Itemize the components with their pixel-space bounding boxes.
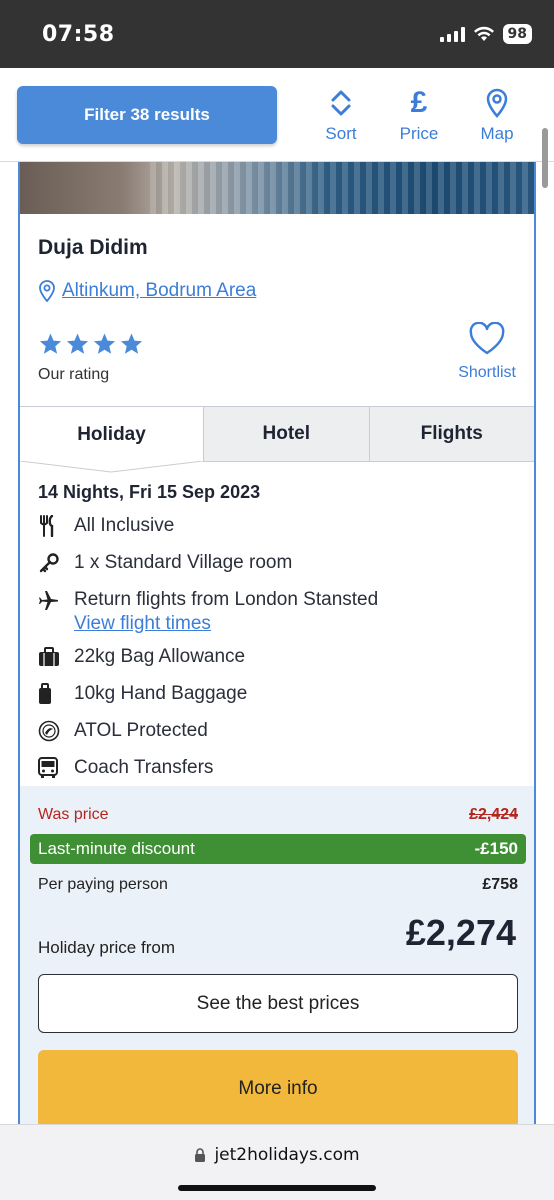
- feature-text: ATOL Protected: [74, 720, 208, 741]
- feature-text: 1 x Standard Village room: [74, 552, 293, 573]
- price-sort-button[interactable]: £ Price: [384, 88, 454, 144]
- hotel-photo[interactable]: [20, 162, 534, 214]
- see-best-prices-button[interactable]: See the best prices: [38, 974, 518, 1033]
- feature-board: All Inclusive: [38, 514, 518, 551]
- was-price-label: Was price: [38, 806, 109, 823]
- per-person-amount: £758: [482, 876, 518, 893]
- star-icon: [39, 333, 62, 354]
- was-price-row: Was price £2,424: [38, 806, 518, 824]
- view-flight-times-link[interactable]: View flight times: [74, 612, 378, 636]
- hotel-location-label: Altinkum, Bodrum Area: [62, 280, 257, 301]
- scrollbar[interactable]: [542, 128, 548, 188]
- cutlery-icon: [38, 514, 74, 538]
- signal-icon: [439, 26, 465, 42]
- sort-icon: [331, 90, 351, 116]
- feature-text: 10kg Hand Baggage: [74, 683, 248, 704]
- card-tabs: Holiday Hotel Flights: [20, 406, 534, 462]
- rating-label: Our rating: [38, 366, 110, 383]
- heart-icon: [469, 322, 505, 355]
- feature-bag-allowance: 22kg Bag Allowance: [38, 645, 518, 682]
- star-rating: [38, 332, 144, 356]
- discount-label: Last-minute discount: [38, 839, 195, 858]
- tab-flights[interactable]: Flights: [368, 407, 534, 462]
- per-person-row: Per paying person £758: [38, 876, 518, 894]
- feature-atol: ATOL Protected: [38, 719, 518, 756]
- status-time: 07:58: [42, 22, 115, 47]
- tab-hotel[interactable]: Hotel: [203, 407, 369, 462]
- results-toolbar: Filter 38 results Sort £ Price Map: [0, 68, 554, 162]
- filter-button[interactable]: Filter 38 results: [17, 86, 277, 144]
- holiday-price-amount: £2,274: [405, 912, 516, 953]
- hotel-name[interactable]: Duja Didim: [38, 236, 148, 260]
- map-label: Map: [480, 124, 514, 143]
- atol-icon: [38, 719, 74, 743]
- tab-holiday[interactable]: Holiday: [20, 407, 203, 462]
- plane-icon: [38, 588, 74, 612]
- discount-amount: -£150: [474, 839, 518, 858]
- feature-room: 1 x Standard Village room: [38, 551, 518, 588]
- lock-icon: [195, 1147, 206, 1162]
- star-icon: [93, 333, 116, 354]
- browser-url-bar[interactable]: jet2holidays.com: [0, 1124, 554, 1200]
- active-tab-pointer: [20, 461, 203, 473]
- holiday-dates: 14 Nights, Fri 15 Sep 2023: [38, 482, 261, 502]
- status-icons: 98: [439, 24, 532, 44]
- feature-text: All Inclusive: [74, 515, 175, 536]
- discount-row: Last-minute discount -£150: [30, 834, 526, 864]
- sort-button[interactable]: Sort: [306, 88, 376, 144]
- suitcase-icon: [38, 645, 74, 669]
- status-bar: 07:58 98: [0, 0, 554, 68]
- location-pin-icon: [39, 280, 55, 302]
- per-person-label: Per paying person: [38, 876, 168, 893]
- feature-flights: Return flights from London Stansted View…: [38, 588, 518, 645]
- holiday-features: All Inclusive 1 x Standard Village room …: [38, 514, 518, 793]
- star-icon: [66, 333, 89, 354]
- map-button[interactable]: Map: [462, 88, 532, 144]
- pound-icon: £: [410, 86, 428, 119]
- key-icon: [38, 551, 74, 575]
- hand-luggage-icon: [38, 682, 74, 706]
- map-pin-icon: [486, 88, 508, 118]
- url-text: jet2holidays.com: [214, 1145, 360, 1165]
- feature-text: Return flights from London Stansted: [74, 589, 379, 610]
- hotel-card: Duja Didim Altinkum, Bodrum Area Our rat…: [18, 162, 536, 1162]
- feature-text: 22kg Bag Allowance: [74, 646, 246, 667]
- price-label: Price: [399, 124, 439, 143]
- battery-indicator: 98: [502, 24, 532, 44]
- shortlist-button[interactable]: Shortlist: [458, 322, 516, 382]
- home-indicator[interactable]: [178, 1185, 376, 1191]
- url-display[interactable]: jet2holidays.com: [0, 1145, 554, 1165]
- hotel-location-link[interactable]: Altinkum, Bodrum Area: [38, 280, 256, 302]
- was-price-amount: £2,424: [469, 806, 518, 823]
- shortlist-label: Shortlist: [458, 364, 516, 381]
- wifi-icon: [473, 26, 494, 41]
- more-info-button[interactable]: More info: [38, 1050, 518, 1128]
- sort-label: Sort: [325, 124, 357, 143]
- feature-hand-baggage: 10kg Hand Baggage: [38, 682, 518, 719]
- holiday-price-label: Holiday price from: [38, 938, 175, 957]
- star-icon: [120, 333, 143, 354]
- feature-text: Coach Transfers: [74, 757, 214, 778]
- price-panel: Was price £2,424 Last-minute discount -£…: [20, 786, 534, 1162]
- bus-icon: [38, 756, 74, 780]
